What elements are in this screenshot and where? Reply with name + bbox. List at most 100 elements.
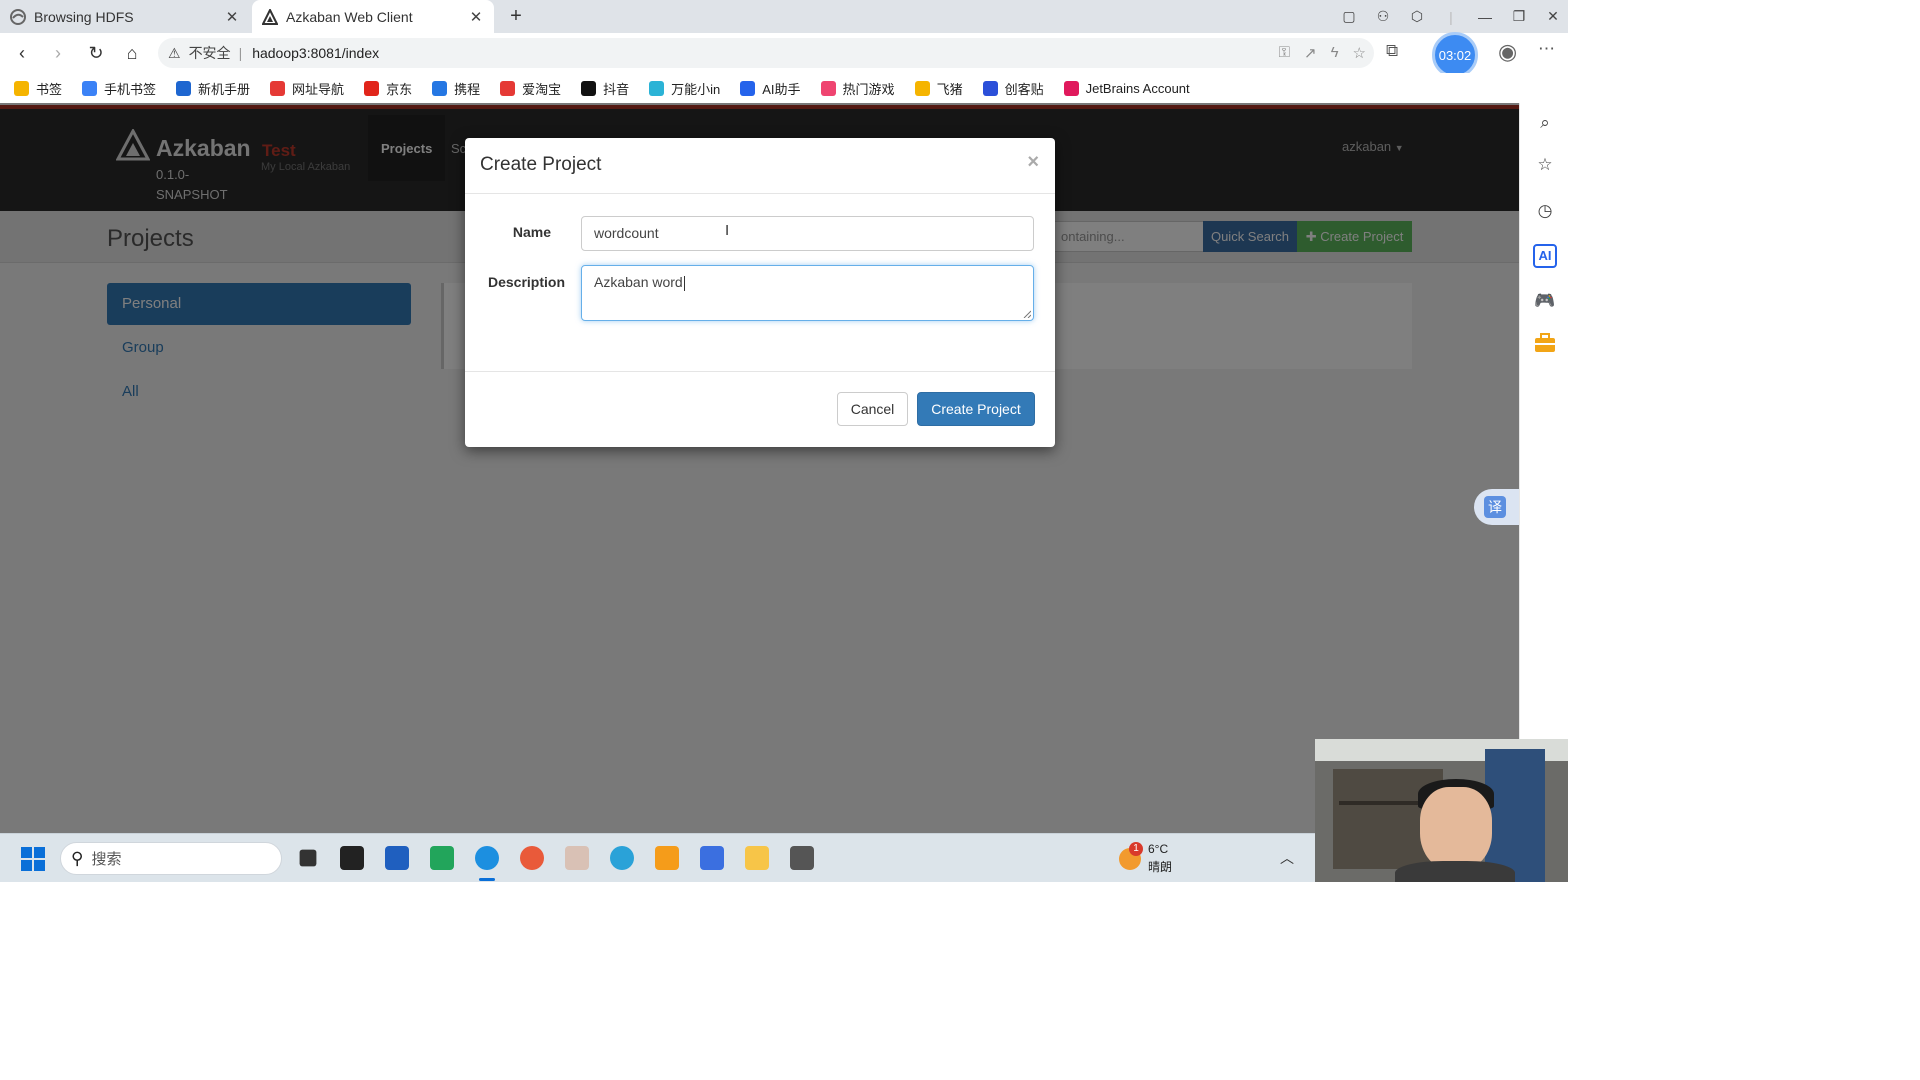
bookmark-item[interactable]: 手机书签 [82, 79, 156, 98]
tab-actions-icon[interactable]: ▢ [1332, 8, 1366, 25]
home-icon[interactable]: ⌂ [120, 41, 144, 65]
bookmark-label: 爱淘宝 [522, 81, 562, 97]
search-icon[interactable]: ⌕ [1533, 111, 1557, 135]
bookmark-item[interactable]: 热门游戏 [820, 79, 895, 98]
bookmark-item[interactable]: 抖音 [581, 79, 629, 98]
bookmark-item[interactable]: AI助手 [740, 79, 801, 98]
history-clock-icon[interactable]: ◷ [1533, 199, 1557, 223]
name-label: Name [512, 224, 551, 240]
person-shirt [1395, 861, 1515, 882]
bookmark-icon [500, 80, 516, 96]
bookmark-item[interactable]: 飞猪 [914, 79, 963, 98]
create-project-submit-button[interactable]: Create Project [917, 392, 1035, 426]
translate-button[interactable]: 译 [1474, 489, 1519, 525]
edge-browser-icon[interactable] [475, 846, 499, 870]
bookmark-item[interactable]: 网址导航 [270, 79, 344, 98]
bookmark-icon [820, 80, 836, 96]
url-actions: ⚿ ↗ ϟ ☆ [1279, 44, 1366, 62]
extensions-icon[interactable]: ⬡ [1400, 8, 1434, 25]
task-view-icon[interactable] [299, 849, 317, 867]
project-description-field[interactable]: Azkaban word [581, 265, 1034, 321]
url-field[interactable]: ⚠ 不安全 | hadoop3:8081/index ⚿ ↗ ϟ ☆ [158, 38, 1374, 68]
bookmark-icon [364, 80, 380, 96]
project-name-field[interactable]: wordcount [581, 216, 1034, 251]
text-cursor-icon: I [725, 222, 730, 239]
windows-start-icon[interactable] [21, 847, 45, 871]
edge-icon [10, 8, 26, 25]
vm-icon[interactable] [655, 846, 679, 870]
tab-azkaban-web-client[interactable]: Azkaban Web Client ✕ [252, 0, 494, 33]
bookmark-item[interactable]: 书签 [14, 79, 62, 98]
bookmark-item[interactable]: 携程 [432, 79, 480, 98]
recording-timer-badge[interactable]: 03:02 [1432, 32, 1478, 78]
chrome-icon[interactable] [520, 846, 544, 870]
close-icon[interactable]: × [1027, 151, 1039, 174]
bookmark-icon [82, 80, 98, 96]
window-controls: ▢ ⚇ ⬡ | — ❐ ✕ [1332, 0, 1570, 33]
resize-handle-icon[interactable] [1022, 309, 1031, 318]
bookmark-label: AI助手 [762, 81, 801, 97]
close-tab-icon[interactable]: ✕ [224, 8, 240, 26]
bookmark-label: 京东 [386, 81, 413, 97]
bookmark-item[interactable]: JetBrains Account [1063, 80, 1190, 96]
bookmark-item[interactable]: 京东 [364, 79, 412, 98]
more-menu-icon[interactable]: ⋯ [1538, 39, 1555, 59]
bookmark-icon [982, 80, 998, 96]
share-icon[interactable]: ↗ [1304, 44, 1317, 62]
back-arrow-icon[interactable]: ‹ [10, 41, 34, 65]
bookmark-icon [914, 80, 930, 96]
favorites-star-icon[interactable]: ☆ [1533, 153, 1557, 177]
game-icon[interactable] [565, 846, 589, 870]
address-bar-row: ‹ › ↻ ⌂ ⚠ 不安全 | hadoop3:8081/index ⚿ ↗ ϟ… [0, 33, 1568, 73]
taskbar-search[interactable]: ⚲ 搜索 [60, 842, 282, 875]
lightning-icon[interactable]: ϟ [1331, 44, 1339, 62]
bookmark-label: 书签 [36, 81, 63, 97]
forward-arrow-icon[interactable]: › [46, 41, 70, 65]
bookmark-item[interactable]: 新机手册 [176, 79, 250, 98]
bookmark-label: 创客贴 [1004, 81, 1044, 97]
toolbox-icon[interactable] [1533, 333, 1557, 357]
wechat-icon[interactable] [430, 846, 454, 870]
chevron-up-icon[interactable]: ︿ [1280, 848, 1294, 868]
app-icon[interactable] [340, 846, 364, 870]
terminal-icon[interactable] [790, 846, 814, 870]
cancel-button[interactable]: Cancel [837, 392, 908, 426]
locker-door [1485, 749, 1545, 882]
divider: | [1449, 8, 1453, 25]
divider: | [238, 45, 243, 61]
modal-header: Create Project × [465, 138, 1055, 194]
minimize-icon[interactable]: — [1468, 9, 1502, 25]
bookmark-item[interactable]: 创客贴 [982, 79, 1044, 98]
bookmark-icon [432, 80, 448, 96]
browser-sidebar: ⌕ ☆ ◷ AI 🎮 [1519, 103, 1568, 833]
gamepad-icon[interactable]: 🎮 [1533, 289, 1557, 313]
bookmark-icon [14, 80, 29, 96]
tab-browsing-hdfs[interactable]: Browsing HDFS ✕ [0, 0, 250, 33]
bookmark-label: 新机手册 [198, 81, 251, 97]
reload-icon[interactable]: ↻ [84, 41, 108, 65]
edge-dev-icon[interactable] [610, 846, 634, 870]
close-window-icon[interactable]: ✕ [1536, 8, 1570, 25]
azkaban-logo-icon [262, 8, 278, 25]
file-explorer-icon[interactable] [745, 846, 769, 870]
url-text[interactable]: hadoop3:8081/index [252, 45, 379, 61]
favorite-star-icon[interactable]: ☆ [1353, 44, 1366, 62]
new-tab-button[interactable]: + [504, 4, 528, 28]
weather-widget[interactable]: 1 6°C 晴朗 [1117, 840, 1217, 878]
extensions-puzzle-icon[interactable]: ⧉ [1386, 41, 1398, 61]
bookmark-label: 飞猪 [936, 81, 963, 97]
ai-assistant-icon[interactable]: AI [1533, 244, 1557, 268]
tab-title: Browsing HDFS [34, 8, 134, 25]
profile-avatar-icon[interactable]: ◉ [1498, 39, 1517, 65]
bookmarks-bar: 书签 手机书签 新机手册 网址导航 京东 携程 爱淘宝 抖音 万能小in AI助手 热门游戏 飞猪 创客… [0, 73, 1568, 103]
close-tab-icon[interactable]: ✕ [468, 8, 484, 26]
store-icon[interactable] [385, 846, 409, 870]
security-label[interactable]: 不安全 [189, 43, 231, 63]
restore-icon[interactable]: ❐ [1502, 8, 1536, 25]
copilot-icon[interactable]: ⚇ [1366, 8, 1400, 25]
windows-taskbar: ⚲ 搜索 1 6°C 晴朗 ︿ [0, 833, 1315, 882]
bookmark-item[interactable]: 万能小in [649, 79, 720, 98]
bookmark-item[interactable]: 爱淘宝 [500, 79, 561, 98]
key-icon[interactable]: ⚿ [1279, 44, 1290, 62]
notepad-icon[interactable] [700, 846, 724, 870]
